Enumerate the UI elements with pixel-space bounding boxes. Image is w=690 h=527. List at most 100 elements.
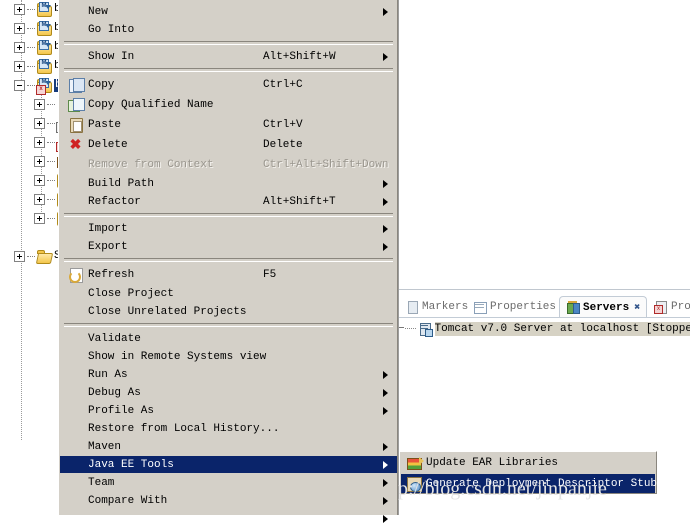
tree-row[interactable]: Mxbo [0,76,58,95]
tree-expand-toggle[interactable] [34,137,45,148]
menu-item-no-icon [68,286,84,302]
tree-connector [47,142,55,144]
menu-item-build-path[interactable]: Build Path [60,175,397,192]
menu-item-close-project[interactable]: Close Project [60,285,397,302]
menu-item-no-icon [68,304,84,320]
server-list-row[interactable]: Tomcat v7.0 Server at localhost [Stopped… [399,320,690,338]
tree-row[interactable] [0,209,58,228]
tree-expand-toggle[interactable] [34,99,45,110]
tree-expand-toggle[interactable] [14,61,25,72]
menu-item-go-into[interactable]: Go Into [60,21,397,38]
tree-row[interactable]: z [0,114,58,133]
menu-item-label: Go Into [88,23,135,36]
tree-connector [27,28,35,30]
menu-item-label: Validate [88,332,141,345]
menu-item-show-in-remote-systems-view[interactable]: Show in Remote Systems view [60,348,397,365]
tree-expand-toggle[interactable] [34,175,45,186]
folder-open-icon [35,249,54,264]
menu-item-export[interactable]: Export [60,238,397,255]
menu-item-debug-as[interactable]: Debug As [60,384,397,401]
tree-expand-toggle[interactable] [14,42,25,53]
tab-servers[interactable]: Servers ✖ [559,296,648,318]
menu-separator [64,323,393,327]
menu-item[interactable] [60,510,397,527]
menu-item-label: Copy [88,78,115,91]
menu-item-new[interactable]: New [60,3,397,20]
menu-item-shortcut: F5 [263,268,277,281]
tab-label: Probl [671,300,690,313]
menu-item-shortcut: Delete [263,138,303,151]
copy-qualified-icon [68,97,85,113]
tab-markers[interactable]: Markers [399,296,474,317]
submenu-arrow-icon [383,370,388,379]
close-icon[interactable]: ✖ [634,302,640,314]
tree-expand-toggle[interactable] [34,118,45,129]
menu-item-java-ee-tools[interactable]: Java EE Tools [60,456,397,473]
project-folder-m-icon: M [36,2,52,17]
menu-item-restore-from-local-history[interactable]: Restore from Local History... [60,420,397,437]
menu-item-label: Java EE Tools [88,458,174,471]
submenu-item-generate-deployment-descriptor-stub[interactable]: Generate Deployment Descriptor Stub [401,474,657,493]
java-ee-tools-submenu[interactable]: Update EAR Libraries Generate Deployment … [399,451,657,494]
views-tab-bar[interactable]: Markers Properties Servers ✖ xProbl [399,296,690,318]
tree-row[interactable]: Mbo [0,0,58,19]
tab-probl[interactable]: xProbl [648,296,690,317]
tree-row[interactable]: Mbo [0,38,58,57]
project-explorer-tree[interactable]: MboMboMboMboMxbozxxSe [0,0,58,515]
menu-item-label: Compare With [88,494,168,507]
tree-row[interactable] [0,190,58,209]
menu-item-refresh[interactable]: Refresh F5 [60,266,397,283]
menu-item-validate[interactable]: Validate [60,330,397,347]
submenu-item-update-ear-libraries[interactable]: Update EAR Libraries [401,453,655,472]
tab-properties[interactable]: Properties [467,296,562,317]
tree-row[interactable]: x [0,228,58,247]
menu-item-no-icon [68,239,84,255]
tree-expand-toggle[interactable] [34,213,45,224]
editor-and-views-area [398,0,690,515]
menu-item-no-icon [68,4,84,20]
menu-item-delete[interactable]: ✖ Delete Delete [60,136,397,153]
menu-item-remove-from-context[interactable]: Remove from Context Ctrl+Alt+Shift+Down [60,156,397,173]
tree-expand-toggle[interactable] [34,156,45,167]
menu-item-label: Refresh [88,268,135,281]
tab-label: Properties [490,300,557,313]
tree-dots [405,328,417,330]
menu-separator [64,258,393,262]
submenu-arrow-icon [383,460,388,469]
menu-item-copy-qualified-name[interactable]: Copy Qualified Name [60,96,397,113]
tree-row[interactable] [0,152,58,171]
menu-item-label: Copy Qualified Name [88,98,214,111]
menu-item-team[interactable]: Team [60,474,397,491]
menu-item-close-unrelated-projects[interactable]: Close Unrelated Projects [60,303,397,320]
context-menu[interactable]: New Go Into Show In Alt+Shift+W Copy Ctrl+C Co… [58,0,398,523]
menu-item-label: New [88,5,108,18]
project-folder-m-icon: M [36,21,52,36]
menu-item-refactor[interactable]: Refactor Alt+Shift+T [60,193,397,210]
menu-item-maven[interactable]: Maven [60,438,397,455]
tree-row[interactable]: x [0,133,58,152]
tree-connector [27,256,35,258]
tree-collapse-toggle[interactable] [14,80,25,91]
tree-expand-toggle[interactable] [14,23,25,34]
menu-item-profile-as[interactable]: Profile As [60,402,397,419]
menu-item-run-as[interactable]: Run As [60,366,397,383]
menu-item-copy[interactable]: Copy Ctrl+C [60,76,397,93]
tree-expand-toggle[interactable] [34,194,45,205]
server-icon [418,322,434,337]
menu-item-show-in[interactable]: Show In Alt+Shift+W [60,48,397,65]
menu-item-compare-with[interactable]: Compare With [60,492,397,509]
tree-row[interactable] [0,171,58,190]
menu-item-import[interactable]: Import [60,220,397,237]
menu-item-paste[interactable]: Paste Ctrl+V [60,116,397,133]
menu-item-label: Close Project [88,287,174,300]
tree-row[interactable]: Se [0,247,58,266]
tree-row[interactable]: Mbo [0,57,58,76]
tree-expand-toggle[interactable] [14,4,25,15]
tree-connector [27,66,35,68]
tree-row[interactable] [0,95,58,114]
menu-item-no-icon [68,421,84,437]
menu-item-no-icon [68,221,84,237]
menu-item-label: Maven [88,440,122,453]
tree-expand-toggle[interactable] [14,251,25,262]
tree-row[interactable]: Mbo [0,19,58,38]
